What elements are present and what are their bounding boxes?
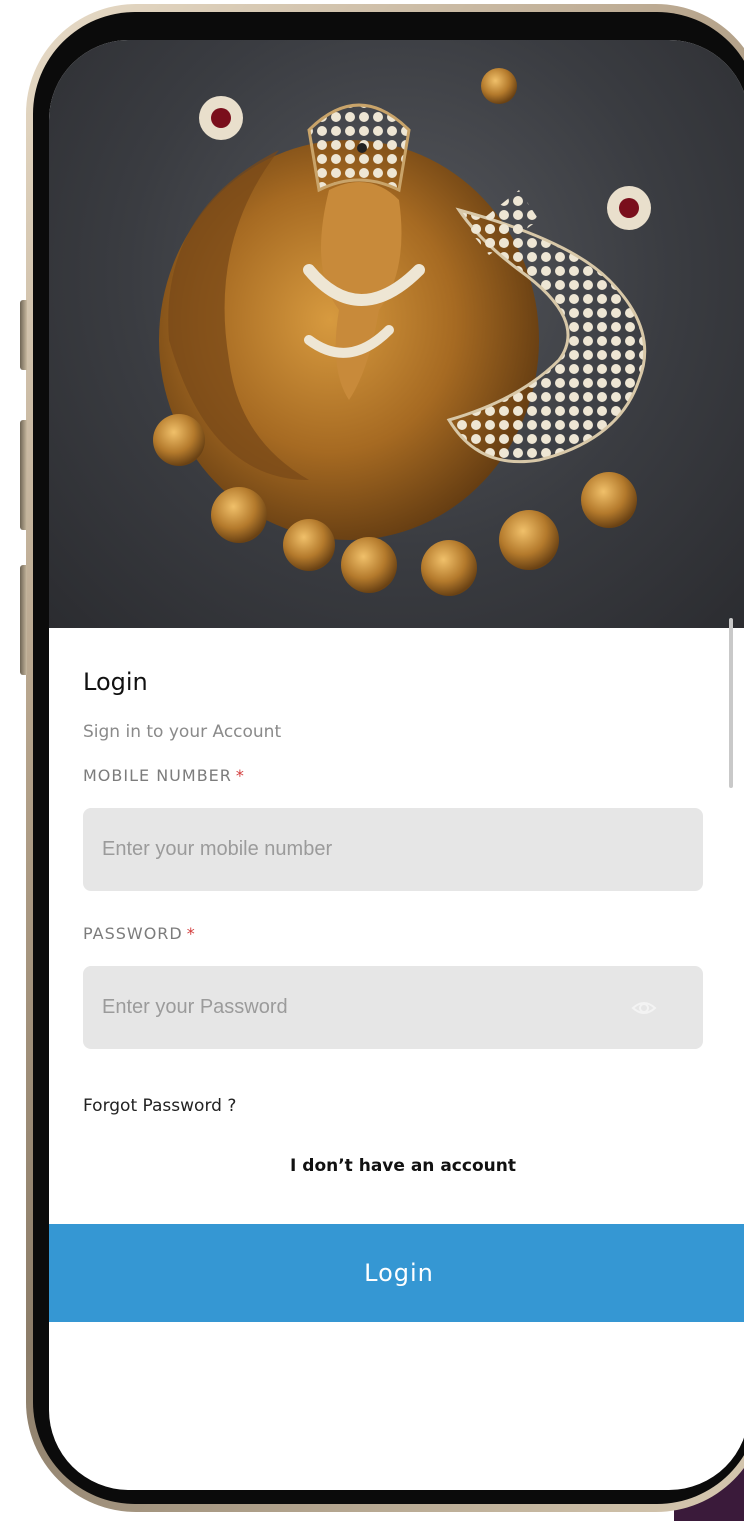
hero-image [49,40,744,628]
password-field[interactable] [83,966,703,1049]
mobile-number-field[interactable] [83,808,703,891]
phone-side-button [20,565,27,675]
required-mark: * [186,924,196,943]
mobile-number-label-text: MOBILE NUMBER [83,766,232,785]
forgot-password-link[interactable]: Forgot Password ? [83,1096,236,1116]
password-label-text: PASSWORD [83,924,183,943]
phone-side-button [20,300,27,370]
mobile-number-input[interactable] [100,837,624,862]
register-link[interactable]: I don’t have an account [83,1156,723,1176]
login-button[interactable]: Login [49,1224,744,1322]
page-title: Login [83,668,148,696]
password-label: PASSWORD * [83,924,196,943]
page-subtitle: Sign in to your Account [83,722,282,742]
mobile-number-label: MOBILE NUMBER * [83,766,245,785]
phone-side-button [20,420,27,530]
pendant-image [153,68,651,596]
required-mark: * [235,766,245,785]
phone-screen: Login Sign in to your Account MOBILE NUM… [49,40,744,1490]
scrollbar[interactable] [729,618,733,788]
eye-icon[interactable] [631,996,657,1020]
password-input[interactable] [100,995,624,1020]
